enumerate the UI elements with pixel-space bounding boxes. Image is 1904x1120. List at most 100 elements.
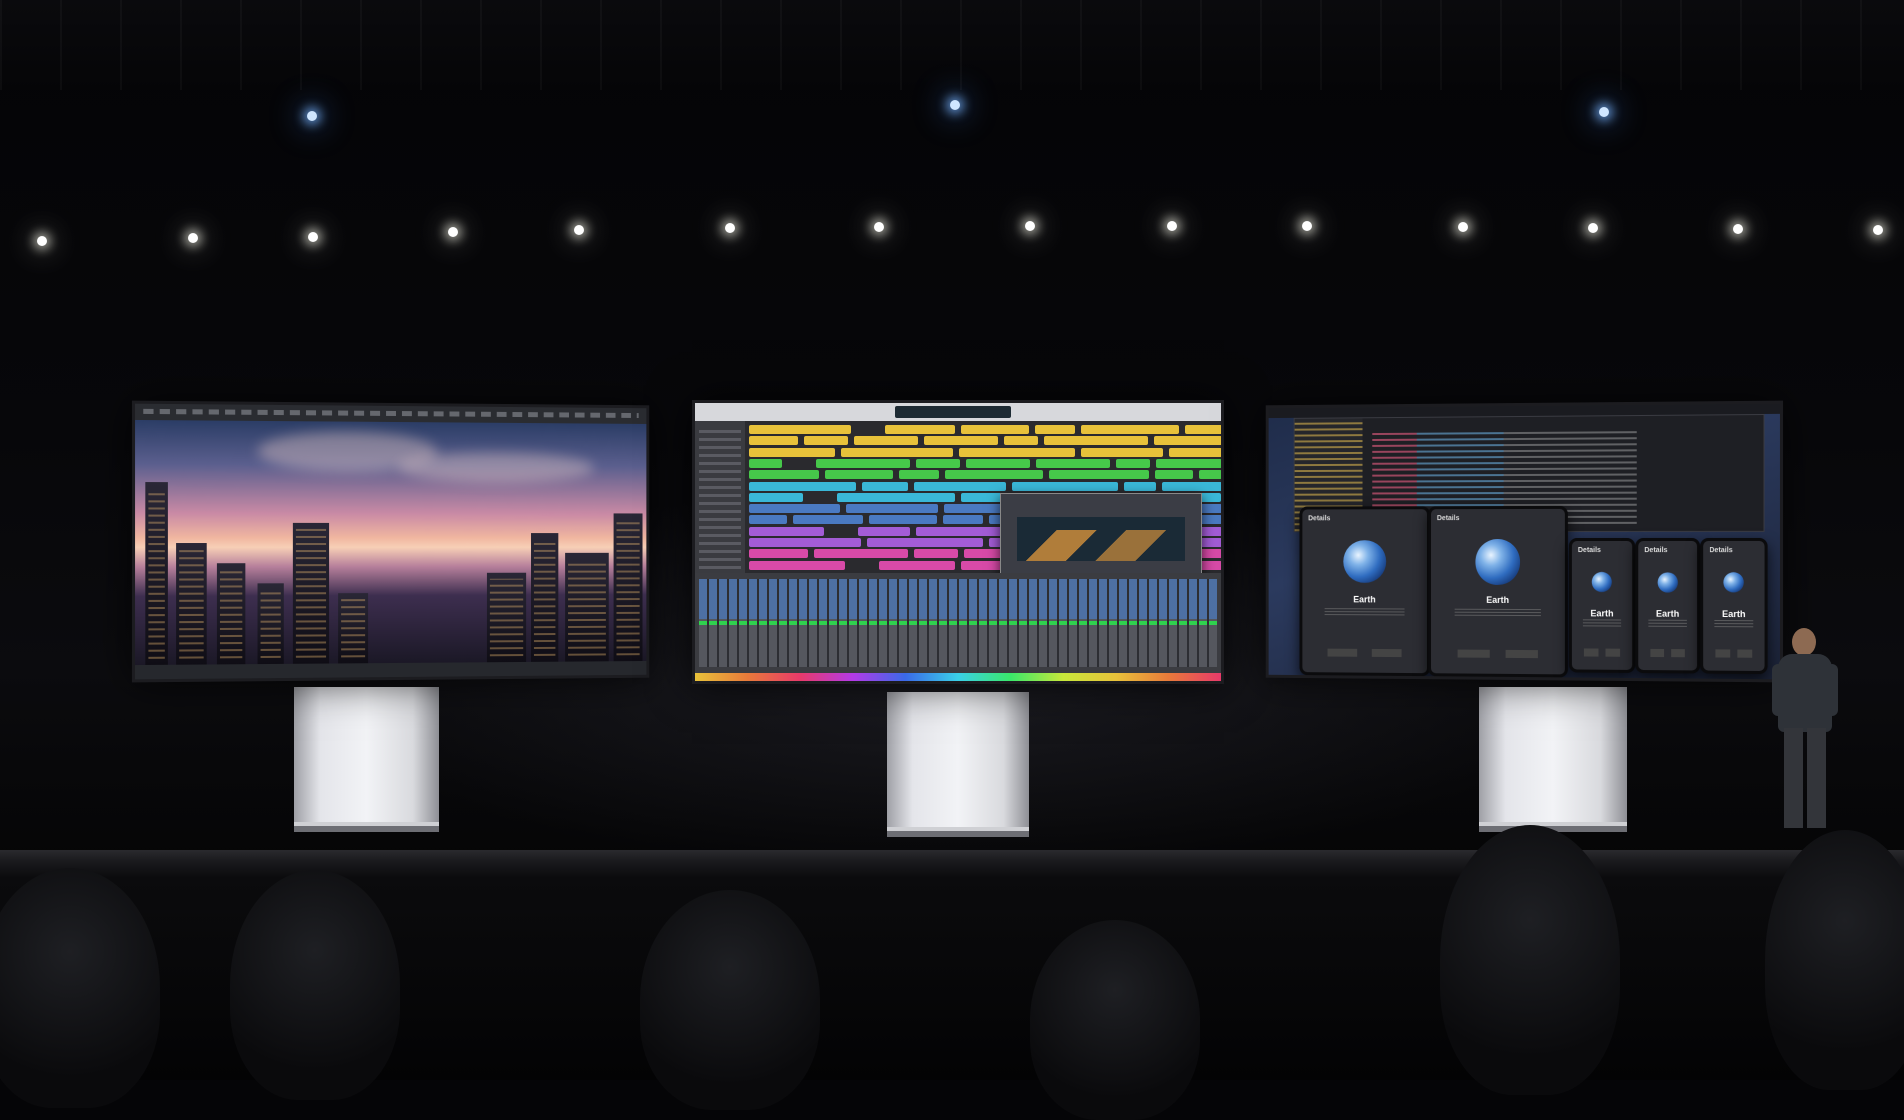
globe-icon — [1474, 538, 1521, 585]
presenter-torso — [1778, 654, 1832, 732]
audio-region[interactable] — [1044, 436, 1148, 446]
track-headers — [695, 421, 745, 573]
eq-display — [1017, 517, 1185, 561]
audio-region[interactable] — [1199, 515, 1221, 525]
audio-region[interactable] — [966, 458, 1030, 468]
audio-region[interactable] — [749, 436, 798, 446]
audio-region[interactable] — [869, 515, 937, 525]
mixer-panel — [695, 573, 1221, 681]
audio-region[interactable] — [749, 504, 840, 514]
audio-region[interactable] — [1116, 458, 1150, 468]
audio-region[interactable] — [916, 458, 960, 468]
preview-buttons[interactable] — [1457, 649, 1538, 658]
audio-region[interactable] — [916, 526, 1002, 536]
preview-title: Earth — [1590, 607, 1614, 619]
presenter — [1772, 628, 1838, 838]
audio-region[interactable] — [1156, 458, 1221, 468]
audio-region[interactable] — [1169, 447, 1221, 457]
audio-region[interactable] — [816, 458, 910, 468]
preview-header: Details — [1308, 515, 1331, 523]
audio-region[interactable] — [749, 481, 856, 491]
device-preview[interactable]: Details Earth — [1568, 537, 1636, 673]
audio-region[interactable] — [749, 458, 782, 468]
audio-region[interactable] — [885, 425, 955, 434]
audio-region[interactable] — [1036, 458, 1110, 468]
skyscraper — [613, 513, 643, 662]
audio-region[interactable] — [862, 481, 908, 491]
audio-region[interactable] — [749, 515, 787, 525]
stage-light — [37, 236, 47, 246]
track-color-bar — [695, 673, 1221, 681]
audio-region[interactable] — [854, 436, 918, 446]
audio-region[interactable] — [749, 470, 819, 480]
audience-head — [640, 890, 820, 1110]
audio-region[interactable] — [914, 481, 1006, 491]
audio-region[interactable] — [749, 560, 845, 570]
audio-region[interactable] — [867, 538, 983, 547]
channel-strips[interactable] — [699, 579, 1217, 667]
audio-region[interactable] — [841, 447, 953, 457]
audio-region[interactable] — [749, 425, 851, 434]
audio-region[interactable] — [1004, 436, 1038, 446]
device-preview[interactable]: Details Earth — [1428, 505, 1568, 678]
device-preview[interactable]: Details Earth — [1635, 537, 1701, 674]
audio-region[interactable] — [793, 515, 863, 525]
device-preview[interactable]: Details Earth — [1299, 506, 1431, 677]
audio-region[interactable] — [1199, 470, 1221, 480]
audio-region[interactable] — [1155, 470, 1193, 480]
audio-region[interactable] — [749, 447, 835, 457]
device-preview[interactable]: Details Earth — [1700, 537, 1768, 675]
audio-region[interactable] — [749, 549, 808, 559]
audio-region[interactable] — [1162, 481, 1221, 491]
audio-region[interactable] — [879, 560, 955, 570]
display-stand — [1479, 687, 1627, 832]
preview-buttons[interactable] — [1583, 648, 1621, 657]
audio-region[interactable] — [1081, 425, 1179, 434]
display-code-editor: Details Earth Details Earth Details Earth Deta… — [1265, 400, 1784, 683]
audio-region[interactable] — [804, 436, 848, 446]
skyscraper — [565, 552, 609, 662]
skyscraper — [338, 593, 369, 664]
stage-light — [1733, 224, 1743, 234]
audio-region[interactable] — [1049, 470, 1149, 480]
cloud — [397, 452, 595, 483]
audio-region[interactable] — [1124, 481, 1156, 491]
audio-region[interactable] — [1081, 447, 1163, 457]
audience-head — [1030, 920, 1200, 1120]
audio-region[interactable] — [837, 492, 955, 502]
skyscraper — [257, 583, 284, 665]
stage-light — [188, 233, 198, 243]
audio-region[interactable] — [1185, 425, 1221, 434]
stage-light — [574, 225, 584, 235]
audio-region[interactable] — [959, 447, 1075, 457]
audio-region[interactable] — [961, 425, 1029, 434]
audio-region[interactable] — [1154, 436, 1221, 446]
description-text — [1648, 618, 1687, 627]
audio-region[interactable] — [914, 549, 958, 559]
audio-region[interactable] — [899, 470, 939, 480]
preview-buttons[interactable] — [1715, 649, 1753, 658]
preview-buttons[interactable] — [1649, 649, 1686, 658]
audience-head — [230, 870, 400, 1100]
audio-region[interactable] — [749, 492, 803, 502]
description-text — [1714, 618, 1754, 628]
audio-region[interactable] — [814, 549, 908, 559]
display-stand — [887, 692, 1029, 837]
stage-light — [874, 222, 884, 232]
audio-region[interactable] — [858, 526, 910, 536]
audio-region[interactable] — [749, 538, 861, 547]
stage-light — [1873, 225, 1883, 235]
stage-light — [1588, 223, 1598, 233]
preview-buttons[interactable] — [1327, 648, 1402, 657]
audio-region[interactable] — [1012, 481, 1118, 491]
preview-title: Earth — [1353, 594, 1376, 605]
audio-region[interactable] — [945, 470, 1043, 480]
audio-region[interactable] — [924, 436, 998, 446]
audio-region[interactable] — [825, 470, 893, 480]
spot-light — [307, 111, 317, 121]
audio-region[interactable] — [846, 504, 938, 514]
globe-icon — [1657, 572, 1678, 593]
audio-region[interactable] — [749, 526, 824, 536]
audio-region[interactable] — [1035, 425, 1075, 434]
audio-region[interactable] — [943, 515, 983, 525]
